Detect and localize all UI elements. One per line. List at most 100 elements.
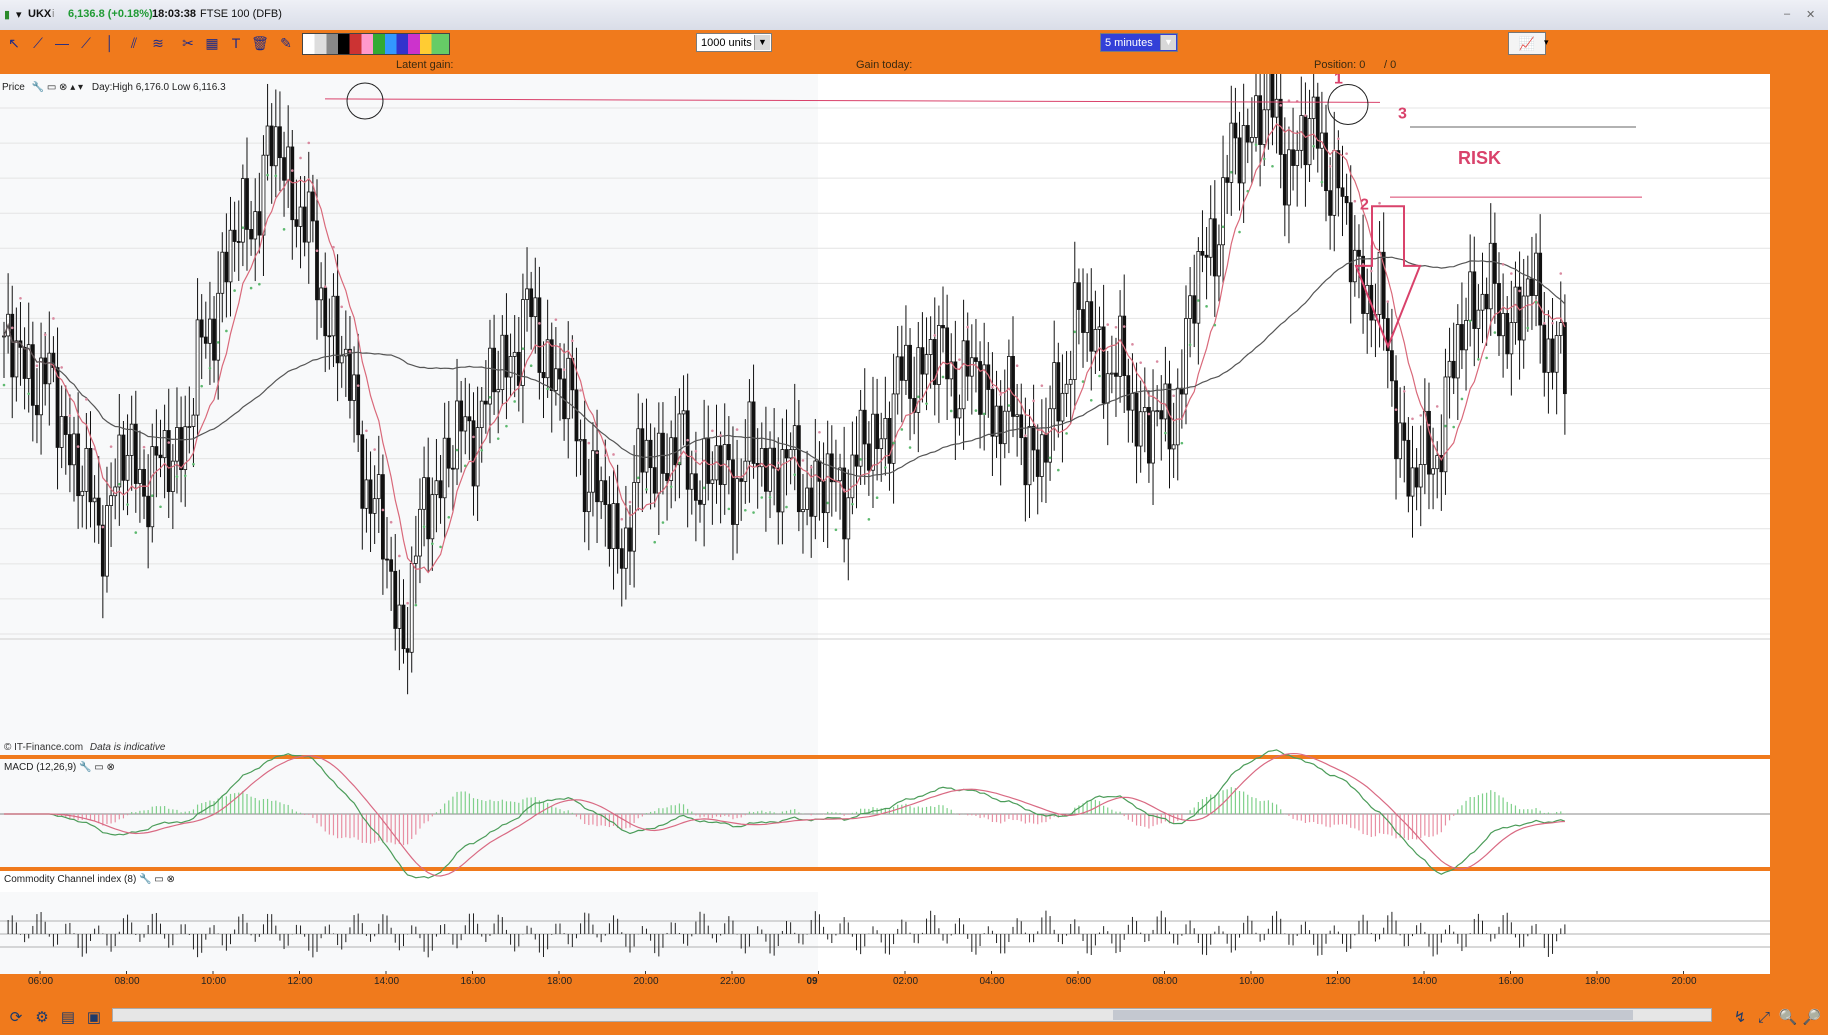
magnet-icon[interactable]: ✂ [178,34,198,52]
fit-icon[interactable]: ⤢ [1754,1008,1774,1028]
candle-body [1521,295,1526,341]
window-icon[interactable]: ▭ [94,762,103,773]
horizontal-line-icon[interactable]: — [52,34,72,52]
minimize-icon[interactable]: – [1784,8,1790,20]
candle-body [1509,322,1514,355]
candle-body [1015,414,1020,417]
candle-body [319,287,324,301]
sar-dot [439,545,442,549]
settings-icon[interactable]: 🔧 [32,82,44,93]
settings-icon[interactable]: 🔧 [139,874,151,885]
candle-body [125,455,130,481]
print-icon[interactable]: ▤ [58,1008,78,1028]
candle-body [1546,338,1551,373]
sar-dot [249,286,253,290]
candle-body [990,389,995,437]
channel-icon[interactable]: ⫽ [124,34,144,52]
close-panel-icon[interactable]: ⊗ [167,874,175,885]
candle-body [1056,362,1061,422]
candle-body [1497,283,1501,337]
candle-body [549,339,554,391]
candle-body [273,126,278,167]
candle-body [1147,407,1151,464]
sar-dot [1370,269,1373,273]
sar-dot [1320,180,1324,184]
chart-type-dropdown-icon[interactable]: ▾ [1544,32,1554,53]
candle-body [541,372,546,379]
trash-icon[interactable]: 🗑 [250,34,270,52]
scrollbar-thumb[interactable] [1113,1010,1633,1020]
sar-dot [925,402,928,405]
candle-body [586,491,591,513]
sar-dot [1287,99,1291,102]
tools-icon[interactable]: ⚙ [32,1008,52,1028]
sar-dot [892,441,895,445]
sar-dot [225,329,228,333]
candle-body [220,251,225,294]
candle-body [500,334,505,390]
cursor-icon[interactable]: ↖ [4,34,24,52]
horizontal-scrollbar[interactable] [112,1008,1712,1022]
up-icon[interactable]: ▴ [70,82,75,93]
color-palette[interactable] [302,33,450,55]
candle-body [302,206,307,243]
risk-label: RISK [1458,148,1501,168]
line-tool-icon[interactable]: ⟋ [28,34,48,52]
export-icon[interactable]: ▣ [84,1008,104,1028]
text-tool-icon[interactable]: T [226,34,246,52]
candle-body [1031,426,1036,451]
candle-body [422,477,426,510]
zoom-out-icon[interactable]: 🔍 [1778,1008,1798,1028]
chevron-down-icon[interactable]: ▼ [754,35,770,50]
vertical-line-icon[interactable]: │ [100,34,120,52]
window-icon[interactable]: ▭ [47,82,56,93]
menu-arrow-icon[interactable]: ▾ [16,8,22,21]
down-icon[interactable]: ▾ [78,82,83,93]
period-select[interactable]: 5 minutes ▼ [1100,33,1178,52]
candle-body [105,505,109,577]
fibonacci-icon[interactable]: ≋ [148,34,168,52]
candle-body [1394,380,1398,460]
candle-body [842,467,847,540]
candle-body [1196,251,1201,324]
units-select[interactable]: 1000 units ▼ [696,33,772,52]
candle-body [479,400,484,429]
sar-dot [1131,343,1134,346]
window-icon[interactable]: ▭ [154,874,163,885]
trend-line-icon[interactable]: ⟋ [76,34,96,52]
chart-svg[interactable]: 6,1756,1706,1656,1606,1556,1506,1456,140… [0,30,1828,987]
chart-type-icon[interactable]: 📈 [1508,32,1546,55]
sar-dot [1057,468,1060,472]
candle-body [1229,122,1234,183]
candle-body [681,410,686,415]
candle-body [1348,202,1353,283]
candle-body [294,219,299,227]
day-range: Day:High 6,176.0 Low 6,116.3 [91,82,226,93]
chart-area[interactable]: 6,1756,1706,1656,1606,1556,1506,1456,140… [0,30,1828,987]
info-icon[interactable]: i [52,8,54,20]
sar-dot [1279,104,1283,107]
sar-dot [1246,189,1250,193]
sar-dot [916,395,920,399]
settings-icon[interactable]: 🔧 [79,762,91,773]
sar-dot [612,453,615,456]
close-panel-icon[interactable]: ⊗ [107,762,115,773]
x-tick-label: 08:00 [115,976,140,986]
close-icon[interactable]: ✕ [1806,8,1815,21]
close-panel-icon[interactable]: ⊗ [59,82,67,93]
candle-body [175,427,179,462]
pen-icon[interactable]: ✎ [276,34,296,52]
refresh-icon[interactable]: ⟳ [6,1008,26,1028]
grid-icon[interactable]: ▦ [202,34,222,52]
candle-body [603,480,608,505]
candle-body [1118,315,1122,377]
sar-dot [208,366,212,370]
zoom-in-icon[interactable]: 🔎 [1802,1008,1822,1028]
indicator-icon[interactable]: ↯ [1730,1008,1750,1028]
candle-body [138,468,142,484]
x-tick-label: 18:00 [547,976,572,986]
sar-dot [1485,356,1488,360]
candle-body [1225,177,1230,183]
chevron-down-icon[interactable]: ▼ [1160,35,1176,50]
candle-body [298,206,303,227]
